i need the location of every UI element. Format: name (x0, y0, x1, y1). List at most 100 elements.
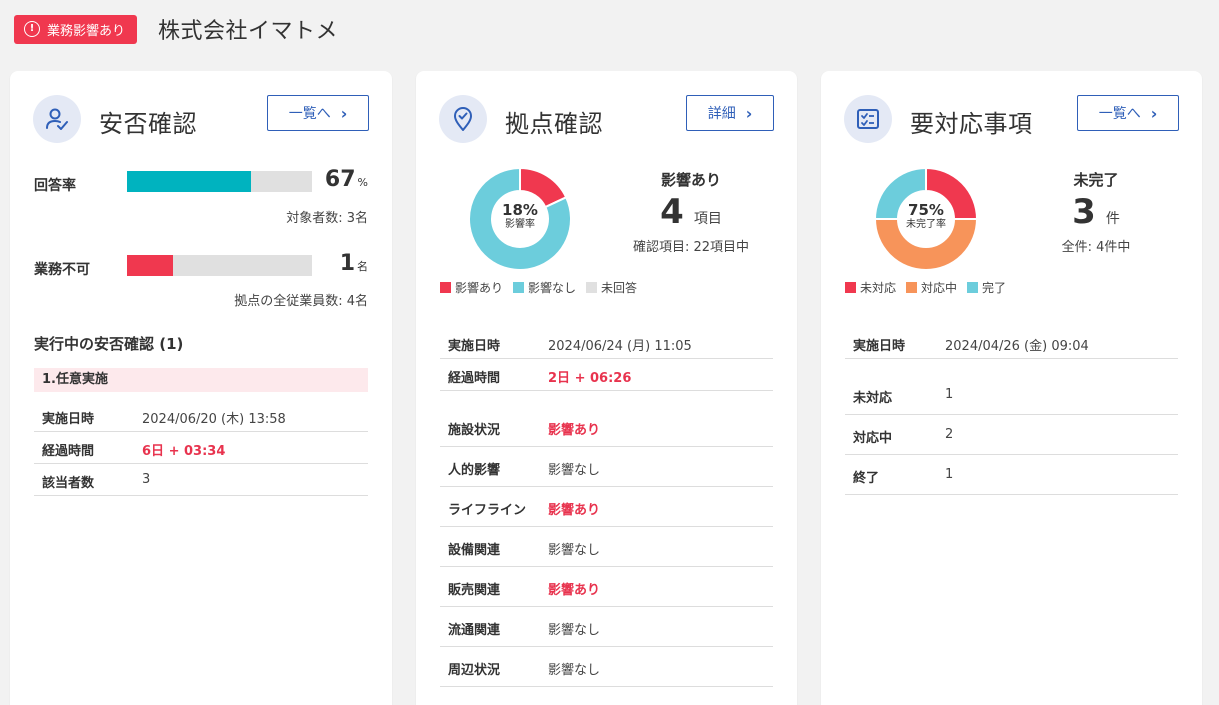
unable-row: 業務不可 1名 (34, 251, 368, 285)
site-impact-row: 流通関連 影響なし (440, 607, 773, 647)
row-key: 経過時間 (448, 371, 501, 386)
top-bar: ! 業務影響あり 株式会社イマトメ (14, 14, 338, 44)
row-key: 流通関連 (448, 623, 501, 638)
safety-row: 経過時間 6日 + 03:34 (34, 432, 368, 464)
impact-caption: 影響率 (505, 219, 535, 230)
row-key: 未対応 (853, 391, 893, 406)
legend-swatch (967, 282, 979, 293)
row-value: 影響あり (548, 583, 601, 598)
site-impact-row: 販売関連 影響あり (440, 567, 773, 607)
site-impact-row: 周辺状況 影響なし (440, 647, 773, 687)
tasks-list-button-label: 一覧へ (1098, 106, 1141, 122)
response-rate-value: 67% (324, 167, 368, 192)
target-count-note: 対象者数: 3名 (286, 211, 368, 226)
row-value: 6日 + 03:34 (142, 444, 226, 459)
employee-count-note: 拠点の全従業員数: 4名 (234, 294, 368, 309)
impact-donut-center: 18% 影響率 (468, 202, 572, 231)
safety-card-header: 安否確認 一覧へ › (33, 95, 369, 143)
row-key: 実施日時 (853, 339, 906, 354)
response-rate-bar-fill (127, 171, 251, 192)
unable-label: 業務不可 (34, 262, 90, 278)
task-status-row: 対応中 2 (845, 415, 1178, 455)
tasks-card-header: 要対応事項 一覧へ › (844, 95, 1179, 143)
incomplete-donut-center: 75% 未完了率 (874, 202, 978, 231)
unable-value: 1名 (339, 251, 368, 276)
incomplete-donut-chart: 75% 未完了率 (873, 166, 979, 271)
safety-list-button-label: 一覧へ (288, 106, 331, 122)
row-key: 人的影響 (448, 463, 501, 478)
chevron-right-icon: › (340, 103, 348, 123)
site-impact-row: 人的影響 影響なし (440, 447, 773, 487)
legend-swatch (586, 282, 598, 293)
incomplete-summary: 未完了 3件 全件: 4件中 (1021, 169, 1171, 255)
task-status-row: 終了 1 (845, 455, 1178, 495)
safety-list-button[interactable]: 一覧へ › (267, 95, 369, 131)
legend-item: 対応中 (906, 279, 957, 296)
row-value: 影響あり (548, 423, 601, 438)
row-value: 1 (945, 467, 954, 482)
row-value: 3 (142, 472, 151, 487)
row-value: 影響なし (548, 663, 601, 678)
impact-percent: 18% (502, 201, 538, 219)
site-detail-button-label: 詳細 (707, 106, 736, 122)
impact-legend: 影響あり 影響なし 未回答 (440, 279, 637, 296)
unable-bar-fill (127, 255, 174, 276)
site-impact-row: 設備関連 影響なし (440, 527, 773, 567)
legend-swatch (845, 282, 856, 293)
legend-swatch (440, 282, 451, 293)
impact-note: 確認項目: 22項目中 (632, 240, 750, 255)
legend-item: 未対応 (845, 279, 896, 296)
row-key: 周辺状況 (448, 663, 501, 678)
legend-item: 影響あり (440, 279, 503, 296)
response-rate-label: 回答率 (34, 178, 76, 194)
row-key: 販売関連 (448, 583, 501, 598)
row-key: 対応中 (853, 431, 893, 446)
incomplete-unit: 件 (1105, 211, 1120, 227)
tasks-legend: 未対応 対応中 完了 (845, 279, 1006, 296)
site-top-row: 経過時間 2日 + 06:26 (440, 359, 773, 391)
incomplete-count: 3 (1072, 192, 1096, 232)
row-key: 該当者数 (42, 476, 95, 491)
row-key: 実施日時 (448, 339, 501, 354)
impact-summary-title: 影響あり (660, 171, 721, 189)
active-confirmation-title: 実行中の安否確認 (1) (34, 335, 184, 353)
legend-item: 完了 (967, 279, 1006, 296)
row-key: ライフライン (448, 503, 527, 518)
site-card-header: 拠点確認 詳細 › (439, 95, 774, 143)
location-check-icon (439, 95, 487, 143)
row-value: 2024/06/20 (木) 13:58 (142, 412, 286, 427)
site-detail-button[interactable]: 詳細 › (686, 95, 774, 131)
row-key: 設備関連 (448, 543, 501, 558)
tasks-list-button[interactable]: 一覧へ › (1077, 95, 1179, 131)
row-value: 2024/04/26 (金) 09:04 (945, 339, 1089, 354)
impact-count: 4 (660, 192, 684, 232)
row-value: 1 (945, 387, 954, 402)
row-value: 2日 + 06:26 (548, 371, 632, 386)
site-card: 拠点確認 詳細 › 18% 影響率 影響あり 影響なし 未回答 影響あり 4 項目… (416, 71, 797, 705)
site-impact-row: 施設状況 影響あり (440, 407, 773, 447)
user-check-icon (33, 95, 81, 143)
row-value: 影響あり (548, 503, 601, 518)
legend-item: 未回答 (586, 279, 637, 296)
legend-swatch (906, 282, 918, 293)
chevron-right-icon: › (1150, 103, 1158, 123)
checklist-icon (844, 95, 892, 143)
legend-item: 影響なし (513, 279, 576, 296)
response-rate-row: 回答率 67% (34, 167, 368, 201)
task-status-row: 未対応 1 (845, 375, 1178, 415)
row-key: 経過時間 (42, 444, 95, 459)
incomplete-summary-title: 未完了 (1073, 171, 1119, 189)
row-value: 2 (945, 427, 954, 442)
alert-circle-icon: ! (24, 21, 40, 37)
safety-card: 安否確認 一覧へ › 回答率 67% 対象者数: 3名 業務不可 1名 拠点の全… (10, 71, 392, 705)
active-confirmation-item[interactable]: 1.任意実施 (34, 368, 368, 392)
business-impact-badge: ! 業務影響あり (14, 14, 138, 44)
row-key: 実施日時 (42, 412, 95, 427)
unable-bar (127, 255, 312, 276)
site-card-title: 拠点確認 (505, 110, 603, 138)
tasks-top-row: 実施日時 2024/04/26 (金) 09:04 (845, 327, 1178, 359)
safety-row: 該当者数 3 (34, 464, 368, 496)
incomplete-note: 全件: 4件中 (1061, 240, 1131, 255)
incomplete-percent: 75% (908, 201, 944, 219)
row-key: 終了 (853, 471, 880, 486)
